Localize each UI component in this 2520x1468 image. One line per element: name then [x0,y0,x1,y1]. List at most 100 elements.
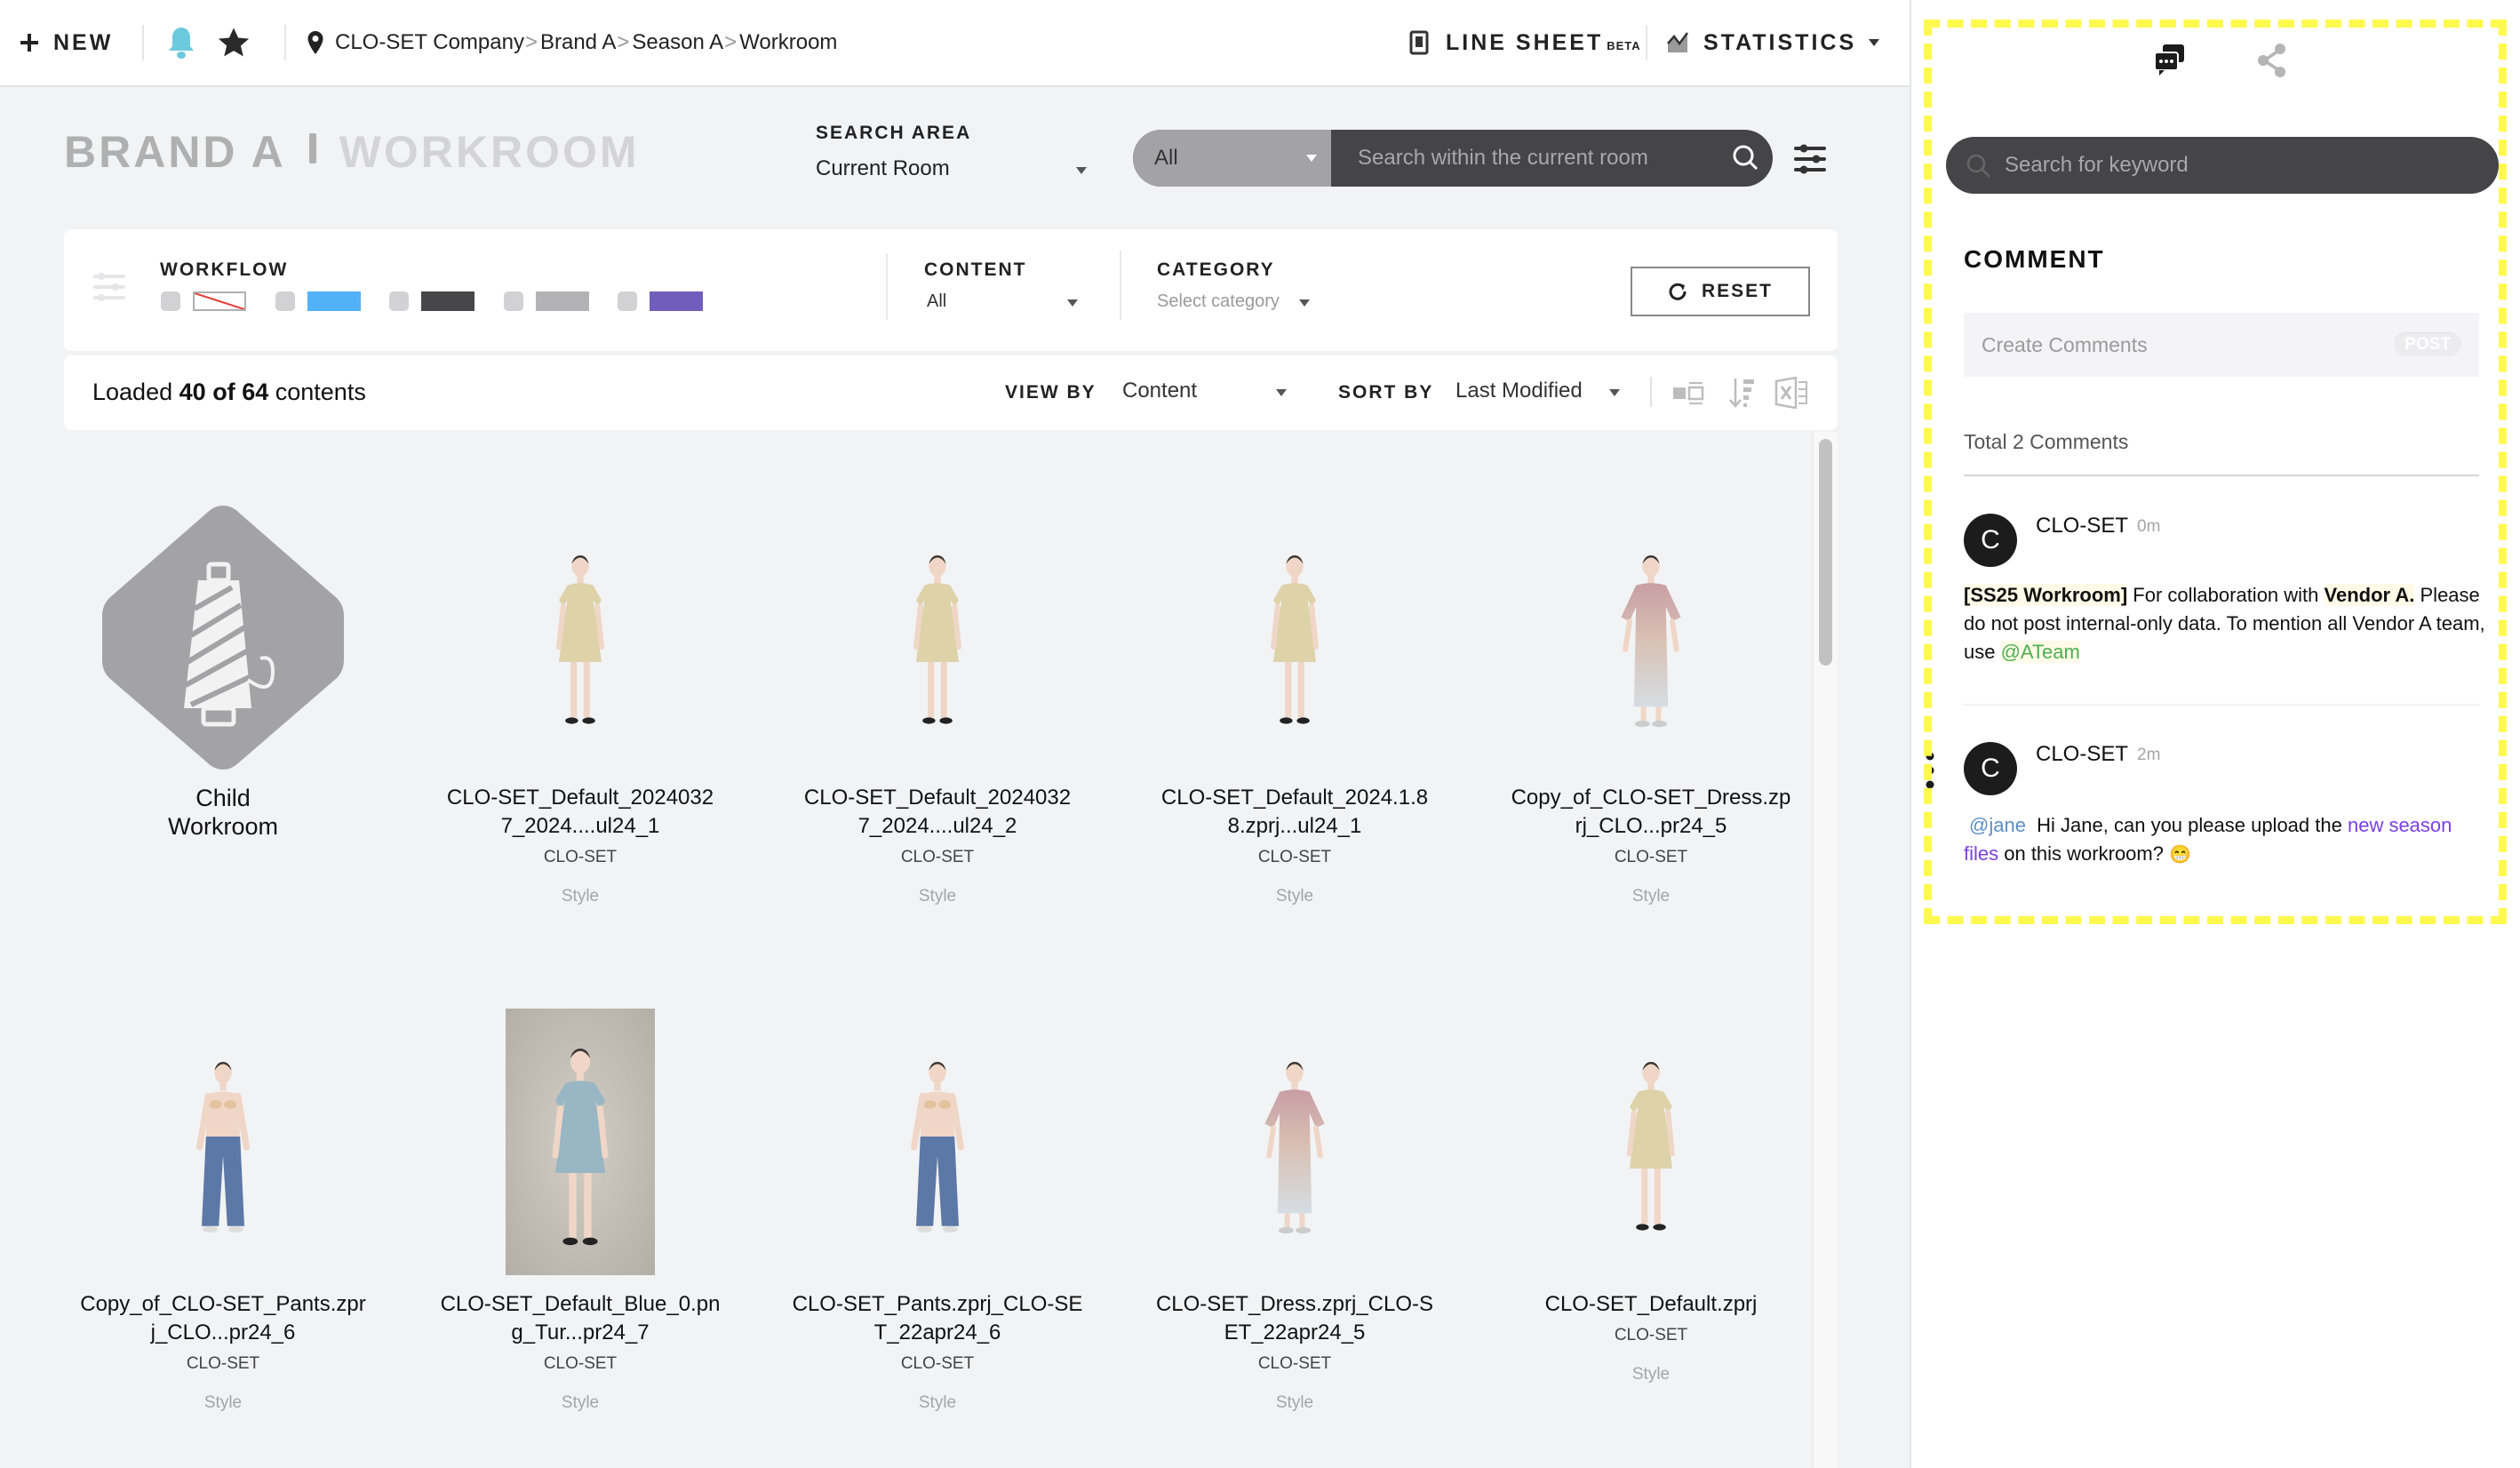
workflow-color-swatch[interactable] [307,291,361,311]
search-button[interactable] [1719,130,1773,187]
reset-button[interactable]: RESET [1631,267,1810,316]
avatar[interactable]: C [1964,514,2017,567]
content-type: Style [1275,1393,1314,1412]
keyword-placeholder: Search for keyword [2005,153,2189,177]
content-type: Style [561,887,600,906]
sliders-icon [93,273,125,301]
divider [1964,704,2479,706]
content-name: CLO-SET_Default_2024032 7_2024....ul24_1 [446,786,714,838]
style-thumbnail[interactable] [1598,1009,1704,1280]
content-filter-select[interactable]: All [927,291,1078,312]
search-icon [1733,145,1758,171]
search-icon [1966,154,1990,178]
breadcrumb-company[interactable]: CLO-SET Company [335,30,524,55]
style-thumbnail[interactable] [1241,502,1348,773]
content-card[interactable]: CLO-SET_Pants.zprj_CLO-SE T_22apr24_6 CLO-… [778,1290,1097,1413]
reset-label: RESET [1701,281,1773,301]
workflow-checkbox[interactable] [275,291,295,311]
category-filter-select[interactable]: Select category [1157,291,1310,312]
workflow-checkbox[interactable] [389,291,409,311]
workflow-checkbox[interactable] [618,291,637,311]
chevron-down-icon [1869,39,1880,46]
divider [1964,475,2479,476]
sort-order-button[interactable] [1728,377,1757,413]
content-owner: CLO-SET [900,848,975,866]
chevron-down-icon [1299,299,1310,307]
content-owner: CLO-SET [1257,848,1332,866]
workflow-color-swatch[interactable] [421,291,474,311]
style-thumbnail[interactable] [884,502,991,773]
content-card[interactable]: Copy_of_CLO-SET_Dress.zp rj_CLO...pr24_5 C… [1491,784,1811,906]
comments-icon [2154,44,2184,76]
page-title: BRAND A WORKROOM [64,126,640,178]
breadcrumb-season[interactable]: Season A [632,30,723,55]
notifications-button[interactable] [167,0,195,85]
filter-toggle[interactable] [92,272,126,307]
loaded-suffix: contents [275,379,366,405]
content-card[interactable]: CLO-SET_Default_2024032 7_2024....ul24_1 C… [420,784,740,906]
content-card[interactable]: CLO-SET_Default_Blue_0.pn g_Tur...pr24_7 C… [420,1290,740,1413]
style-thumbnail[interactable] [1598,502,1704,773]
workflow-checkbox[interactable] [503,291,523,311]
view-by-select[interactable]: Content [1122,379,1287,403]
chevron-down-icon [1609,389,1620,396]
garment-figure [196,1062,250,1233]
keyword-search-input[interactable]: Search for keyword [1946,137,2499,194]
style-thumbnail[interactable] [884,1009,991,1280]
create-comment-input[interactable]: Create Comments POST [1964,313,2479,377]
mention-link[interactable]: @jane [1969,814,2026,836]
bell-icon [169,28,194,59]
content-card[interactable]: Copy_of_CLO-SET_Pants.zpr j_CLO...pr24_6 C… [63,1290,383,1413]
style-thumbnail-photo[interactable] [506,1009,655,1275]
content-filter-value: All [927,291,947,311]
garment-figure [1621,555,1681,728]
advanced-filter-button[interactable] [1793,142,1827,180]
search-scope-select[interactable]: All [1133,130,1331,187]
garment-figure [556,555,604,724]
content-card[interactable]: CLO-SET_Default_2024.1.8 8.zprj...ul24_1 C… [1135,784,1455,906]
post-button[interactable]: POST [2394,332,2461,356]
divider [1120,251,1121,320]
tab-comments[interactable] [2152,43,2188,81]
workroom-thumbnail[interactable] [99,502,347,778]
export-excel-button[interactable] [1774,376,1810,413]
workflow-checkbox[interactable] [161,291,180,311]
search-area-value: Current Room [816,156,950,180]
comment-title: COMMENT [1964,245,2105,273]
content-card[interactable]: CLO-SET_Default.zprj CLO-SET Style [1491,1290,1811,1384]
breadcrumb-workroom[interactable]: Workroom [739,30,837,55]
excel-icon [1774,376,1807,410]
new-button[interactable]: NEW [18,0,113,85]
search-area-select[interactable]: Current Room [816,156,1087,181]
sort-by-label: SORT BY [1338,382,1434,403]
search-input[interactable]: Search within the current room [1331,130,1719,187]
sort-by-select[interactable]: Last Modified [1455,379,1620,403]
statistics-menu[interactable]: STATISTICS [1666,0,1880,85]
tab-share[interactable] [2255,43,2289,83]
content-card[interactable]: CLO-SET_Dress.zprj_CLO-S ET_22apr24_5 CLO-… [1135,1290,1455,1413]
avatar[interactable]: C [1964,742,2017,795]
line-sheet-button[interactable]: LINE SHEET BETA [1408,0,1641,85]
mention-link[interactable]: @ATeam [2000,641,2080,663]
favorite-button[interactable] [217,0,251,85]
workflow-color-swatch[interactable] [535,291,589,311]
scrollbar-track[interactable] [1813,432,1838,1468]
content-card[interactable]: CLO-SET_Default_2024032 7_2024....ul24_2 C… [778,784,1097,906]
scrollbar-thumb[interactable] [1819,439,1832,666]
breadcrumb-brand[interactable]: Brand A [540,30,616,55]
view-mode-toggle[interactable] [1672,380,1706,410]
loaded-count: 40 [179,379,206,405]
content-name: CLO-SET_Default_Blue_0.pn g_Tur...pr24_7 [440,1292,721,1344]
style-thumbnail[interactable] [527,502,634,773]
workflow-color-swatch[interactable] [650,291,703,311]
style-thumbnail[interactable] [170,1009,276,1280]
content-name: CLO-SET_Dress.zprj_CLO-S ET_22apr24_5 [1155,1292,1434,1344]
plus-icon [20,34,38,52]
workflow-color-swatch[interactable] [193,291,246,311]
garment-figure [552,1049,609,1246]
comment-more-menu[interactable] [1926,752,1934,795]
search-scope-value: All [1154,146,1178,170]
style-thumbnail[interactable] [1241,1009,1348,1280]
workroom-card[interactable]: Child Workroom [63,784,383,841]
star-icon [218,28,250,57]
